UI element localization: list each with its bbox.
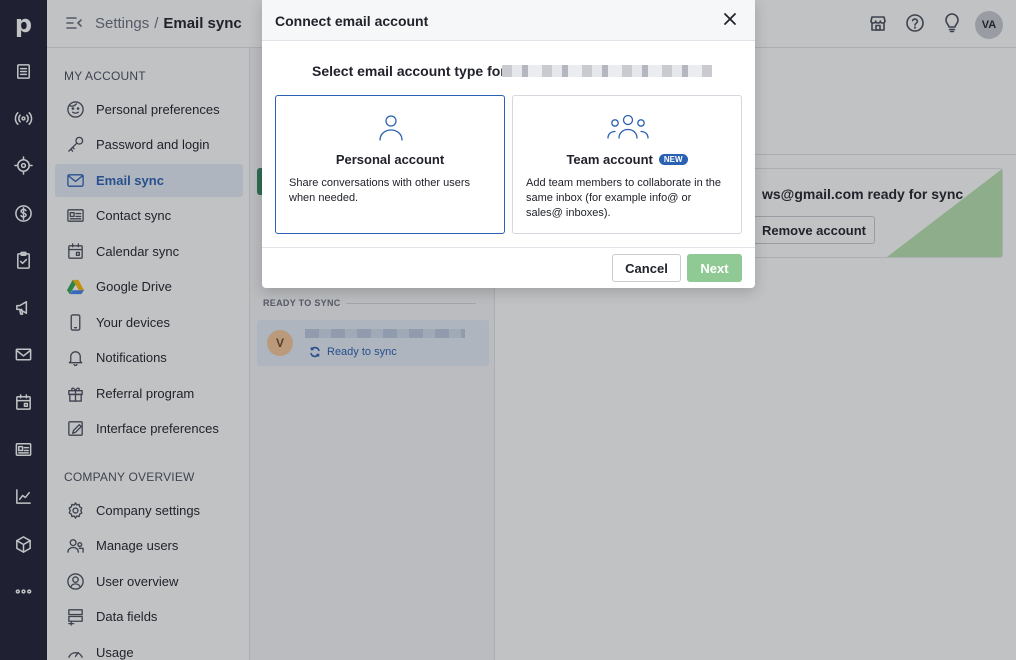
personal-account-option[interactable]: Personal account Share conversations wit… — [275, 95, 505, 234]
new-badge: NEW — [658, 154, 688, 165]
cancel-button[interactable]: Cancel — [612, 254, 681, 282]
next-button[interactable]: Next — [687, 254, 742, 282]
personal-account-title: Personal account — [335, 152, 445, 167]
personal-account-description: Share conversations with other users whe… — [289, 177, 470, 204]
team-icon — [603, 111, 653, 143]
team-account-title-text: Team account — [566, 152, 653, 167]
person-icon — [366, 111, 416, 143]
close-icon[interactable] — [722, 11, 740, 29]
connect-email-modal: Connect email account Select email accou… — [262, 0, 755, 288]
team-account-title: Team account NEW — [513, 152, 741, 167]
redacted-email — [502, 65, 712, 77]
modal-header: Connect email account — [262, 0, 755, 41]
modal-footer: Cancel Next — [262, 247, 755, 288]
team-account-description: Add team members to collaborate in the s… — [526, 177, 722, 219]
modal-title: Connect email account — [275, 13, 429, 29]
team-account-option[interactable]: Team account NEW Add team members to coll… — [512, 95, 742, 234]
select-account-type-label: Select email account type for — [312, 63, 506, 79]
